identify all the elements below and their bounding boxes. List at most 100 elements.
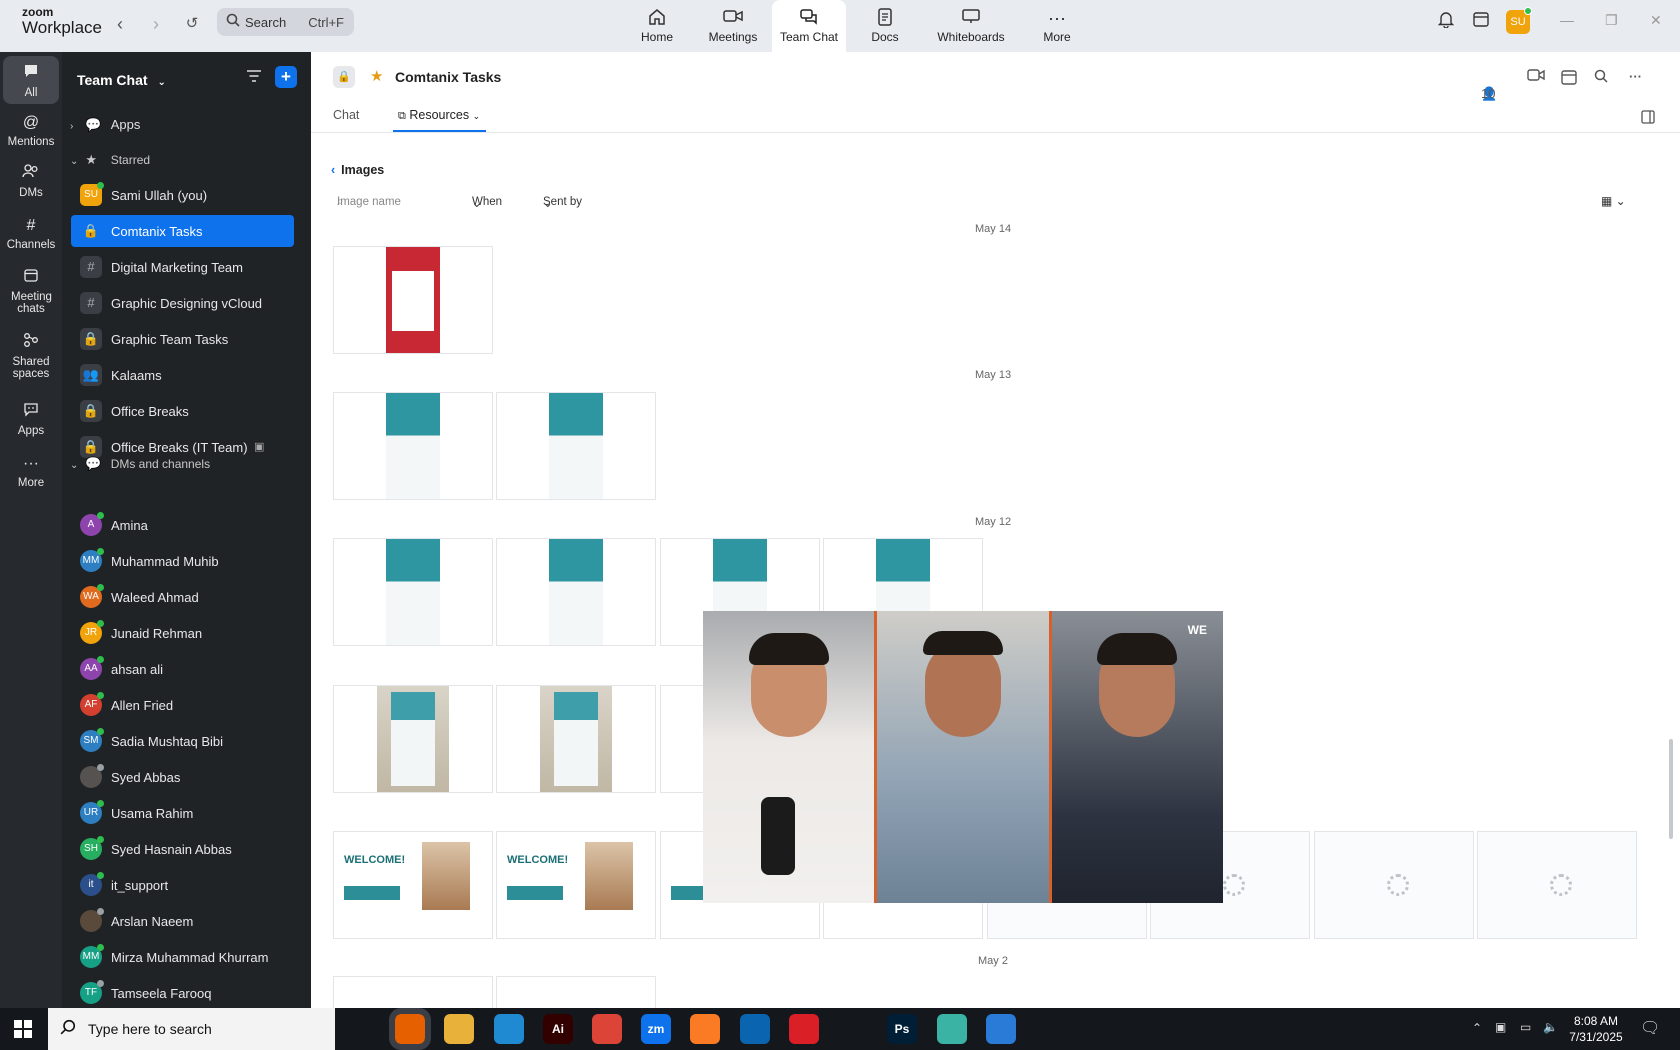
image-thumbnail[interactable] <box>333 976 493 1008</box>
calendar-schedule-icon[interactable] <box>1469 10 1493 34</box>
diamond-app-icon[interactable] <box>937 1014 967 1044</box>
sidebar-toggle-icon[interactable] <box>1641 110 1655 127</box>
image-thumbnail[interactable] <box>496 392 656 500</box>
rail-all[interactable]: All <box>3 56 59 104</box>
sidebar-item-dm[interactable]: MM Muhammad Muhib <box>71 545 294 577</box>
image-thumbnail[interactable] <box>496 976 656 1008</box>
windows-start-icon[interactable] <box>14 1020 32 1038</box>
sidebar-item-dm[interactable]: A Amina <box>71 509 294 541</box>
subtab-resources[interactable]: ⧉ Resources ⌄ <box>398 108 480 123</box>
network-icon[interactable]: ▭ <box>1520 1020 1531 1034</box>
global-search[interactable]: Search Ctrl+F <box>217 8 354 36</box>
grid-view-icon[interactable]: ▦ ⌄ <box>1601 194 1626 208</box>
sidebar-item-dm[interactable]: Arslan Naeem <box>71 905 294 937</box>
maximize-icon[interactable]: ❐ <box>1605 12 1618 29</box>
illustrator-icon[interactable]: Ai <box>543 1014 573 1044</box>
floating-video-overlay[interactable]: WE <box>703 611 1223 903</box>
sidebar-item-dm[interactable]: UR Usama Rahim <box>71 797 294 829</box>
image-thumbnail[interactable] <box>496 538 656 646</box>
image-thumbnail[interactable] <box>333 392 493 500</box>
sidebar-item-starred[interactable]: SU Sami Ullah (you) <box>71 179 294 211</box>
calendar-icon[interactable] <box>1561 69 1577 88</box>
new-chat-button[interactable]: + <box>275 66 297 88</box>
section-starred[interactable]: ⌄ ★ Starred <box>70 152 150 168</box>
rail-dms[interactable]: DMs <box>3 163 59 199</box>
image-thumbnail-loading[interactable] <box>1477 831 1637 939</box>
search-icon[interactable] <box>1594 69 1608 86</box>
image-thumbnail[interactable] <box>333 685 493 793</box>
image-thumbnail[interactable]: WELCOME! <box>333 831 493 939</box>
zoom-icon[interactable]: zm <box>641 1014 671 1044</box>
tray-app-icon[interactable]: ▣ <box>1495 1020 1506 1034</box>
sidebar-item-starred[interactable]: 🔒 Graphic Team Tasks <box>71 323 294 355</box>
images-back-link[interactable]: ‹ Images <box>331 163 384 177</box>
sidebar-title[interactable]: Team Chat ⌄ <box>77 72 166 88</box>
rail-mentions[interactable]: @ Mentions <box>3 112 59 148</box>
system-clock[interactable]: 8:08 AM 7/31/2025 <box>1568 1013 1624 1045</box>
sidebar-item-dm[interactable]: MM Mirza Muhammad Khurram <box>71 941 294 973</box>
sidebar-item-dm[interactable]: TF Tamseela Farooq <box>71 977 294 1009</box>
task-view-icon[interactable] <box>345 1014 375 1044</box>
close-icon[interactable]: ✕ <box>1650 12 1662 29</box>
filter-icon[interactable] <box>246 69 262 88</box>
image-thumbnail[interactable] <box>333 538 493 646</box>
outlook-icon[interactable] <box>740 1014 770 1044</box>
sidebar-item-starred[interactable]: # Digital Marketing Team <box>71 251 294 283</box>
xampp-icon[interactable] <box>690 1014 720 1044</box>
whiteboard-icon <box>924 8 1018 30</box>
tab-docs[interactable]: Docs <box>848 0 922 52</box>
bell-icon[interactable] <box>1434 10 1458 34</box>
channel-title[interactable]: Comtanix Tasks <box>395 69 501 85</box>
tab-home[interactable]: Home <box>620 0 694 52</box>
tab-meetings[interactable]: Meetings <box>696 0 770 52</box>
sidebar-item-dm[interactable]: AF Allen Fried <box>71 689 294 721</box>
tab-whiteboards[interactable]: Whiteboards <box>924 0 1018 52</box>
rail-apps[interactable]: Apps <box>3 401 59 437</box>
history-icon[interactable]: ↺ <box>180 12 204 36</box>
taskbar-search[interactable]: Type here to search <box>48 1008 335 1050</box>
sidebar-item-starred[interactable]: 👥 Kalaams <box>71 359 294 391</box>
video-watermark: WE <box>1187 623 1207 637</box>
scrollbar-thumb[interactable] <box>1669 739 1673 839</box>
section-apps[interactable]: › 💬 Apps <box>70 117 140 133</box>
image-thumbnail[interactable] <box>496 685 656 793</box>
image-thumbnail[interactable]: WELCOME! <box>496 831 656 939</box>
vscode-icon[interactable] <box>494 1014 524 1044</box>
minimize-icon[interactable]: — <box>1560 12 1574 28</box>
subtab-chat[interactable]: Chat <box>333 108 359 122</box>
photos-icon[interactable] <box>986 1014 1016 1044</box>
image-thumbnail[interactable] <box>333 246 493 354</box>
tray-chevron-icon[interactable]: ⌃ <box>1472 1021 1482 1035</box>
sidebar-item-dm[interactable]: JR Junaid Rehman <box>71 617 294 649</box>
photoshop-icon[interactable]: Ps <box>887 1014 917 1044</box>
pen-tool-icon[interactable] <box>838 1014 868 1044</box>
video-call-icon[interactable] <box>1527 69 1545 84</box>
chrome-icon[interactable] <box>592 1014 622 1044</box>
creative-cloud-icon[interactable] <box>789 1014 819 1044</box>
rail-more[interactable]: ··· More <box>3 453 59 489</box>
back-arrow-icon[interactable]: ‹ <box>108 12 132 36</box>
rail-channels[interactable]: # Channels <box>3 215 59 251</box>
sidebar-item-dm[interactable]: WA Waleed Ahmad <box>71 581 294 613</box>
sidebar-item-starred[interactable]: 🔒 Comtanix Tasks <box>71 215 294 247</box>
sidebar-item-dm[interactable]: SH Syed Hasnain Abbas <box>71 833 294 865</box>
sidebar-item-dm[interactable]: it it_support <box>71 869 294 901</box>
sidebar-item-starred[interactable]: 🔒 Office Breaks <box>71 395 294 427</box>
more-options-icon[interactable]: ··· <box>1629 69 1642 84</box>
image-thumbnail-loading[interactable] <box>1314 831 1474 939</box>
notifications-icon[interactable]: 🗨 <box>1640 1018 1660 1038</box>
sidebar-item-dm[interactable]: SM Sadia Mushtaq Bibi <box>71 725 294 757</box>
rail-meeting-chats[interactable]: Meeting chats <box>3 267 59 315</box>
sidebar-item-starred[interactable]: # Graphic Designing vCloud <box>71 287 294 319</box>
file-explorer-icon[interactable] <box>444 1014 474 1044</box>
forward-arrow-icon[interactable]: › <box>144 12 168 36</box>
sidebar-item-dm[interactable]: Syed Abbas <box>71 761 294 793</box>
rail-shared-spaces[interactable]: Shared spaces <box>3 332 59 380</box>
tab-team-chat[interactable]: Team Chat <box>772 0 846 52</box>
volume-icon[interactable]: 🔈 <box>1543 1020 1558 1034</box>
firefox-icon[interactable] <box>389 1008 431 1050</box>
sidebar-item-dm[interactable]: AA ahsan ali <box>71 653 294 685</box>
tab-more[interactable]: ··· More <box>1020 0 1094 52</box>
section-dms-channels[interactable]: ⌄ 💬 DMs and channels <box>70 456 210 472</box>
star-icon[interactable]: ★ <box>370 67 383 85</box>
